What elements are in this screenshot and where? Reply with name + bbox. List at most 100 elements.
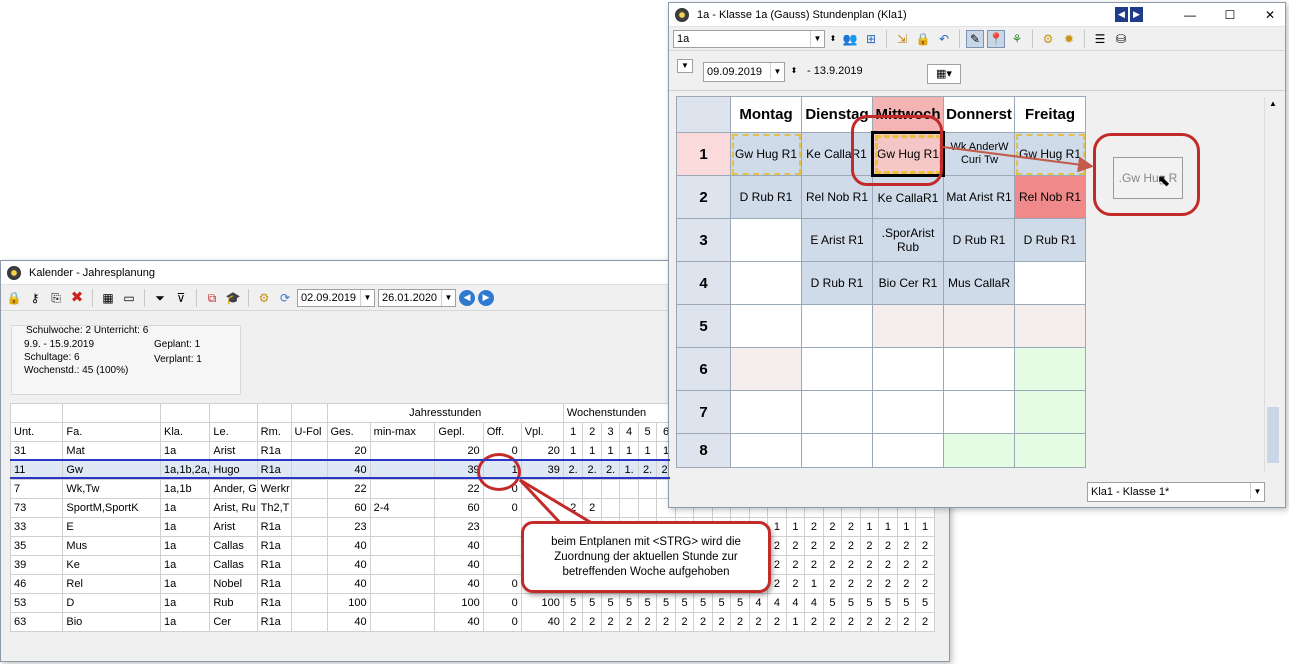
table-row[interactable]: 39Ke1aCallasR1a40402222222222 xyxy=(9,555,935,575)
settings-icon[interactable]: ⚙ xyxy=(1039,30,1057,48)
lesson-cell[interactable] xyxy=(1014,261,1086,305)
scroll-up-icon[interactable]: ▲ xyxy=(1269,99,1277,108)
date-to-combo[interactable]: 26.01.2020 ▼ xyxy=(378,288,456,307)
table-row[interactable]: 46Rel1aNobelR1a404002221222222 xyxy=(9,574,935,594)
week-number-header[interactable]: 3 xyxy=(600,422,621,442)
column-header[interactable]: min-max xyxy=(369,422,436,442)
maximize-icon[interactable]: ☐ xyxy=(1221,6,1239,24)
lesson-cell[interactable] xyxy=(1014,304,1086,348)
class-combo[interactable]: 1a ▼ xyxy=(673,29,825,48)
column-header[interactable]: Off. xyxy=(482,422,522,442)
calendar-icon[interactable]: ▦▾ xyxy=(927,64,961,84)
spin-icon[interactable]: ⬍ xyxy=(828,30,838,48)
table-row[interactable]: 63 Bio 1a Cer R1a 40 40 0 40 2 2 2 2 2 2 2 2 2 2 2 2 1 2 2 2 2 2 2 2 xyxy=(9,612,935,632)
lesson-cell[interactable]: D Rub R1 xyxy=(730,175,802,219)
lesson-cell[interactable]: Gw Hug R1 xyxy=(730,132,802,176)
date-combo[interactable]: 09.09.2019 ▼ xyxy=(703,62,785,82)
lesson-cell[interactable]: Mus CallaR xyxy=(943,261,1015,305)
lesson-cell[interactable] xyxy=(730,218,802,262)
lesson-cell[interactable] xyxy=(943,390,1015,434)
lesson-cell[interactable] xyxy=(943,347,1015,391)
chevron-down-icon[interactable]: ▼ xyxy=(770,63,784,79)
lesson-cell[interactable] xyxy=(872,390,944,434)
lesson-cell[interactable]: .SporArist Rub xyxy=(872,218,944,262)
column-header[interactable]: Fa. xyxy=(62,422,162,442)
group-icon[interactable]: ⛁ xyxy=(1112,30,1130,48)
lesson-cell[interactable] xyxy=(801,304,873,348)
day-header[interactable]: Freitag xyxy=(1014,96,1086,133)
import-icon[interactable]: ⇲ xyxy=(893,30,911,48)
grid-plus-icon[interactable]: ⊞ xyxy=(862,30,880,48)
column-header[interactable]: Ges. xyxy=(326,422,371,442)
column-header[interactable]: Rm. xyxy=(256,422,292,442)
filter-icon[interactable]: ⏷ xyxy=(151,289,169,307)
date-from-combo[interactable]: 02.09.2019 ▼ xyxy=(297,288,375,307)
table-row[interactable]: 35Mus1aCallasR1a40402222222222 xyxy=(9,536,935,556)
lesson-cell[interactable] xyxy=(730,390,802,434)
settings-icon[interactable]: ⚙ xyxy=(255,289,273,307)
lesson-cell[interactable] xyxy=(1014,390,1086,434)
lesson-cell[interactable]: D Rub R1 xyxy=(943,218,1015,262)
chevron-down-icon[interactable]: ▼ xyxy=(1250,483,1264,499)
column-header[interactable]: Kla. xyxy=(160,422,211,442)
next-icon[interactable]: ▶ xyxy=(478,289,494,306)
column-header[interactable]: Unt. xyxy=(9,422,64,442)
pin-icon[interactable]: 📍 xyxy=(987,29,1005,48)
lesson-cell[interactable]: Bio Cer R1 xyxy=(872,261,944,305)
scroll-thumb[interactable] xyxy=(1267,407,1279,463)
table-row[interactable]: 33E1aAristR1a23231112221111 xyxy=(9,517,935,537)
week-number-header[interactable]: 2 xyxy=(582,422,602,442)
lesson-cell[interactable] xyxy=(801,433,873,468)
lesson-cell[interactable] xyxy=(730,304,802,348)
lesson-cell[interactable]: Rel Nob R1 xyxy=(1014,175,1086,219)
prev-icon[interactable]: ◀ xyxy=(459,289,475,306)
lesson-cell[interactable]: Mat Arist R1 xyxy=(943,175,1015,219)
prev-window-icon[interactable]: ◀ xyxy=(1115,7,1128,22)
people-icon[interactable]: 👥 xyxy=(841,30,859,48)
week-number-header[interactable]: 4 xyxy=(619,422,639,442)
minimize-icon[interactable]: — xyxy=(1181,6,1199,24)
undo-icon[interactable]: ↶ xyxy=(935,30,953,48)
lesson-cell[interactable] xyxy=(730,347,802,391)
column-header[interactable]: U-Fol xyxy=(290,422,328,442)
column-header[interactable]: Le. xyxy=(209,422,258,442)
list-icon[interactable]: ☰ xyxy=(1091,30,1109,48)
filter-clear-icon[interactable]: ⊽ xyxy=(172,289,190,307)
column-header[interactable]: Vpl. xyxy=(520,422,564,442)
close-icon[interactable]: ✕ xyxy=(1261,6,1279,24)
lesson-cell[interactable] xyxy=(730,433,802,468)
lesson-cell[interactable] xyxy=(801,347,873,391)
lesson-cell[interactable]: D Rub R1 xyxy=(1014,218,1086,262)
tree-icon[interactable]: ⚘ xyxy=(1008,30,1026,48)
week-number-header[interactable]: 1 xyxy=(562,422,584,442)
lesson-cell[interactable] xyxy=(801,390,873,434)
lesson-cell[interactable] xyxy=(872,433,944,468)
key-icon[interactable]: ⚷ xyxy=(26,289,44,307)
lesson-cell[interactable] xyxy=(1014,347,1086,391)
lesson-cell[interactable]: E Arist R1 xyxy=(801,218,873,262)
lesson-cell[interactable]: D Rub R1 xyxy=(801,261,873,305)
lesson-cell[interactable] xyxy=(872,347,944,391)
refresh-icon[interactable]: ⟳ xyxy=(276,289,294,307)
vertical-scrollbar[interactable]: ▲ xyxy=(1264,97,1281,473)
lesson-cell[interactable] xyxy=(730,261,802,305)
chevron-down-icon[interactable]: ▼ xyxy=(360,289,374,306)
day-header[interactable]: Montag xyxy=(730,96,802,133)
bottom-class-combo[interactable]: Kla1 - Klasse 1* ▼ xyxy=(1087,482,1265,502)
lock-icon[interactable]: 🔒 xyxy=(5,289,23,307)
gear-icon[interactable]: ✹ xyxy=(1060,30,1078,48)
copy-icon[interactable]: ⎘ xyxy=(47,289,65,307)
pencil-icon[interactable]: ✎ xyxy=(966,29,984,48)
calculator-icon[interactable]: ▦ xyxy=(99,289,117,307)
teacher-icon[interactable]: 🎓 xyxy=(224,289,242,307)
day-header[interactable]: Donnerst xyxy=(943,96,1015,133)
next-window-icon[interactable]: ▶ xyxy=(1130,7,1143,22)
title-bar[interactable]: 1a - Klasse 1a (Gauss) Stundenplan (Kla1… xyxy=(669,3,1285,27)
schedule-icon[interactable]: ⧉ xyxy=(203,289,221,307)
lesson-cell[interactable] xyxy=(943,433,1015,468)
lock-icon[interactable]: 🔒 xyxy=(914,30,932,48)
lesson-cell[interactable] xyxy=(943,304,1015,348)
chevron-down-icon[interactable]: ▼ xyxy=(810,30,824,47)
week-number-header[interactable]: 5 xyxy=(637,422,658,442)
lesson-cell[interactable] xyxy=(872,304,944,348)
